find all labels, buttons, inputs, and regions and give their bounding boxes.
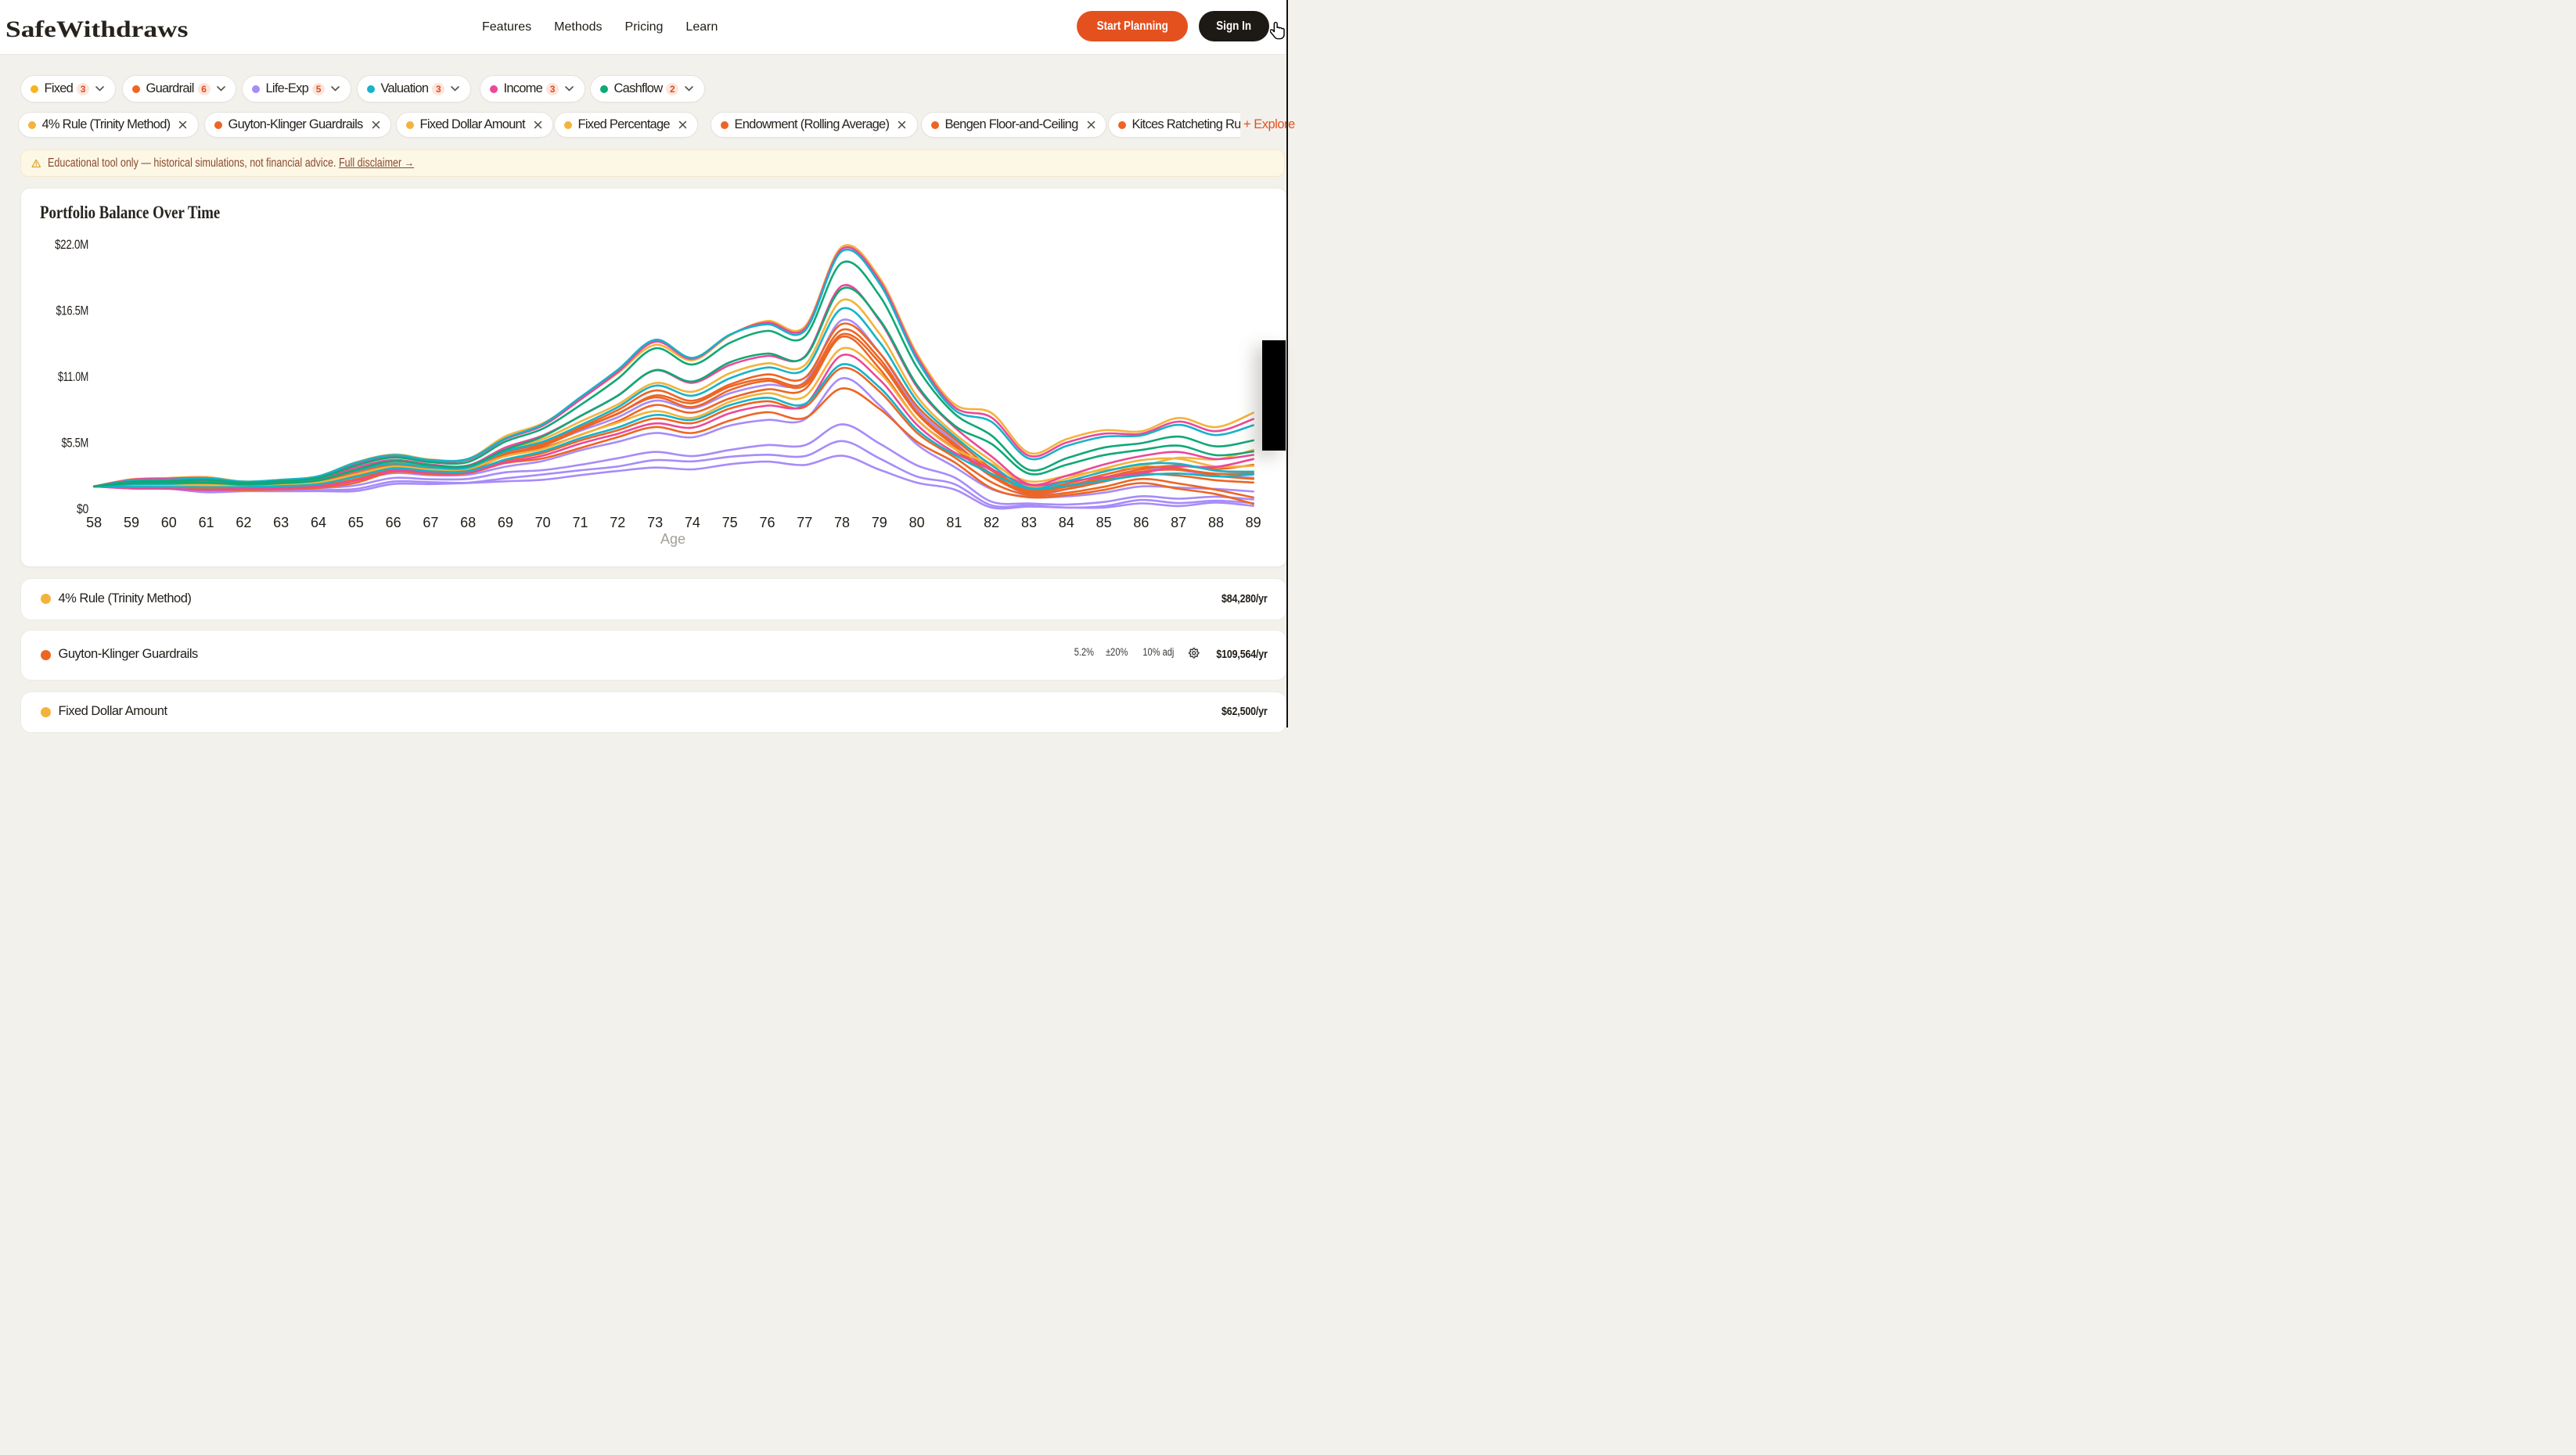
svg-text:77: 77 — [797, 515, 812, 530]
svg-text:59: 59 — [124, 515, 139, 530]
svg-text:74: 74 — [685, 515, 700, 530]
svg-text:75: 75 — [722, 515, 738, 530]
svg-text:78: 78 — [834, 515, 850, 530]
svg-text:86: 86 — [1133, 515, 1149, 530]
svg-text:80: 80 — [909, 515, 925, 530]
svg-text:85: 85 — [1096, 515, 1112, 530]
svg-text:65: 65 — [348, 515, 364, 530]
svg-text:71: 71 — [572, 515, 588, 530]
svg-text:$22.0M: $22.0M — [55, 238, 88, 252]
svg-text:70: 70 — [535, 515, 551, 530]
svg-text:62: 62 — [236, 515, 251, 530]
svg-text:$11.0M: $11.0M — [58, 370, 88, 384]
svg-text:82: 82 — [984, 515, 999, 530]
svg-text:73: 73 — [647, 515, 663, 530]
svg-text:83: 83 — [1021, 515, 1037, 530]
svg-text:84: 84 — [1059, 515, 1074, 530]
svg-text:61: 61 — [199, 515, 214, 530]
svg-text:88: 88 — [1208, 515, 1224, 530]
svg-text:81: 81 — [946, 515, 962, 530]
svg-text:68: 68 — [460, 515, 476, 530]
svg-text:$16.5M: $16.5M — [56, 304, 89, 318]
svg-text:89: 89 — [1246, 515, 1261, 530]
svg-text:Age: Age — [660, 531, 685, 547]
svg-text:60: 60 — [161, 515, 177, 530]
svg-text:67: 67 — [423, 515, 438, 530]
svg-text:$5.5M: $5.5M — [62, 436, 89, 451]
svg-text:69: 69 — [498, 515, 513, 530]
svg-text:79: 79 — [872, 515, 887, 530]
svg-text:66: 66 — [386, 515, 401, 530]
svg-text:72: 72 — [610, 515, 625, 530]
svg-text:63: 63 — [273, 515, 289, 530]
svg-text:76: 76 — [759, 515, 775, 530]
svg-text:58: 58 — [86, 515, 102, 530]
svg-text:64: 64 — [311, 515, 326, 530]
svg-text:87: 87 — [1171, 515, 1186, 530]
